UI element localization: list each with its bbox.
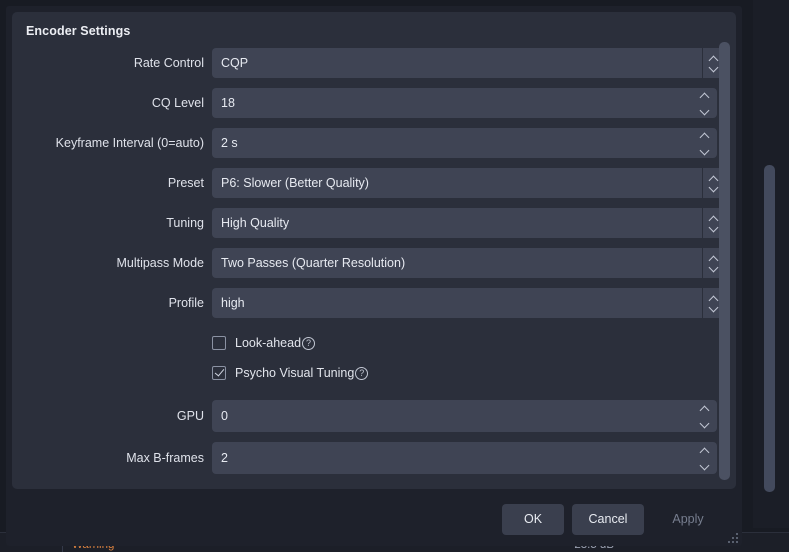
- encoder-settings-groupbox: Encoder Settings Rate Control CQP CQ Level…: [12, 12, 736, 489]
- label-multipass-mode: Multipass Mode: [116, 256, 204, 270]
- chevron-up-icon[interactable]: [709, 297, 718, 302]
- chevron-down-icon[interactable]: [700, 421, 709, 426]
- label-gpu: GPU: [176, 409, 204, 423]
- encoder-settings-dialog: Encoder Settings Rate Control CQP CQ Level…: [6, 6, 742, 546]
- spinbox-arrows-cq-level[interactable]: [695, 88, 713, 118]
- form-row-tuning: Tuning High Quality: [12, 208, 736, 248]
- value-keyframe-interval-0-auto: 2 s: [221, 136, 238, 150]
- combobox-rate-control[interactable]: CQP: [212, 48, 724, 78]
- checkbox-look-ahead[interactable]: [212, 336, 226, 350]
- chevron-up-icon[interactable]: [709, 177, 718, 182]
- chevron-up-icon[interactable]: [700, 407, 709, 412]
- chevron-up-icon[interactable]: [709, 57, 718, 62]
- chevron-up-icon[interactable]: [700, 134, 709, 139]
- help-icon-psycho-visual-tuning[interactable]: ?: [355, 366, 369, 380]
- checkbox-row-psycho-visual-tuning[interactable]: Psycho Visual Tuning?: [12, 358, 736, 388]
- label-keyframe-interval-0-auto: Keyframe Interval (0=auto): [55, 136, 204, 150]
- value-preset: P6: Slower (Better Quality): [221, 176, 369, 190]
- label-rate-control: Rate Control: [133, 56, 204, 70]
- combobox-preset[interactable]: P6: Slower (Better Quality): [212, 168, 724, 198]
- form-row-rate-control: Rate Control CQP: [12, 48, 736, 88]
- label-tuning: Tuning: [166, 216, 204, 230]
- chevron-down-icon[interactable]: [709, 305, 718, 310]
- label-profile: Profile: [168, 296, 204, 310]
- dialog-button-bar: OK Cancel Apply: [6, 501, 742, 537]
- spinbox-arrows-gpu[interactable]: [695, 400, 713, 432]
- resize-grip-icon[interactable]: [726, 531, 738, 543]
- encoder-settings-scrollbar-handle[interactable]: [719, 42, 730, 480]
- spinbox-arrows-keyframe-interval-0-auto[interactable]: [695, 128, 713, 158]
- ok-button[interactable]: OK: [502, 503, 564, 535]
- form-row-cq-level: CQ Level 18: [12, 88, 736, 128]
- form-row-multipass-mode: Multipass Mode Two Passes (Quarter Resolu…: [12, 248, 736, 288]
- label-cq-level: CQ Level: [151, 96, 204, 110]
- form-row-keyframe-interval-0-auto: Keyframe Interval (0=auto) 2 s: [12, 128, 736, 168]
- chevron-down-icon[interactable]: [709, 185, 718, 190]
- chevron-up-icon[interactable]: [709, 217, 718, 222]
- form-row-gpu: GPU 0: [12, 400, 736, 442]
- checkbox-label-psycho-visual-tuning: Psycho Visual Tuning: [235, 366, 355, 380]
- chevron-down-icon[interactable]: [700, 463, 709, 468]
- value-rate-control: CQP: [221, 56, 249, 70]
- form-row-profile: Profile high: [12, 288, 736, 328]
- apply-button: Apply: [652, 504, 724, 535]
- value-cq-level: 18: [221, 96, 235, 110]
- form-row-max-b-frames: Max B-frames 2: [12, 442, 736, 484]
- checkbox-psycho-visual-tuning[interactable]: [212, 366, 226, 380]
- chevron-up-icon[interactable]: [709, 257, 718, 262]
- screen: Warning -23.5 dB Encoder Settings Rate C…: [0, 0, 789, 552]
- spinbox-cq-level[interactable]: 18: [212, 88, 717, 118]
- spinbox-keyframe-interval-0-auto[interactable]: 2 s: [212, 128, 717, 158]
- chevron-down-icon[interactable]: [709, 265, 718, 270]
- spinbox-arrows-max-b-frames[interactable]: [695, 442, 713, 474]
- help-icon-look-ahead[interactable]: ?: [302, 336, 316, 350]
- value-max-b-frames: 2: [221, 451, 228, 465]
- label-preset: Preset: [167, 176, 204, 190]
- value-tuning: High Quality: [221, 216, 290, 230]
- value-profile: high: [221, 296, 245, 310]
- chevron-up-icon[interactable]: [700, 449, 709, 454]
- cancel-button[interactable]: Cancel: [572, 503, 644, 535]
- checkbox-label-look-ahead: Look-ahead: [235, 336, 302, 350]
- settings-page-scrollbar-handle[interactable]: [764, 165, 775, 492]
- page-title: Encoder Settings: [26, 24, 131, 38]
- spinbox-max-b-frames[interactable]: 2: [212, 442, 717, 474]
- form-row-preset: Preset P6: Slower (Better Quality): [12, 168, 736, 208]
- chevron-down-icon[interactable]: [709, 65, 718, 70]
- value-multipass-mode: Two Passes (Quarter Resolution): [221, 256, 406, 270]
- spinbox-gpu[interactable]: 0: [212, 400, 717, 432]
- label-max-b-frames: Max B-frames: [126, 451, 204, 465]
- chevron-down-icon[interactable]: [700, 148, 709, 153]
- checkbox-row-look-ahead[interactable]: Look-ahead?: [12, 328, 736, 358]
- combobox-tuning[interactable]: High Quality: [212, 208, 724, 238]
- chevron-down-icon[interactable]: [709, 225, 718, 230]
- combobox-profile[interactable]: high: [212, 288, 724, 318]
- settings-form: Rate Control CQP CQ Level 18 Keyframe Interv…: [12, 48, 736, 484]
- combobox-multipass-mode[interactable]: Two Passes (Quarter Resolution): [212, 248, 724, 278]
- chevron-down-icon[interactable]: [700, 108, 709, 113]
- value-gpu: 0: [221, 409, 228, 423]
- settings-page-scrollbar[interactable]: [753, 0, 789, 528]
- chevron-up-icon[interactable]: [700, 94, 709, 99]
